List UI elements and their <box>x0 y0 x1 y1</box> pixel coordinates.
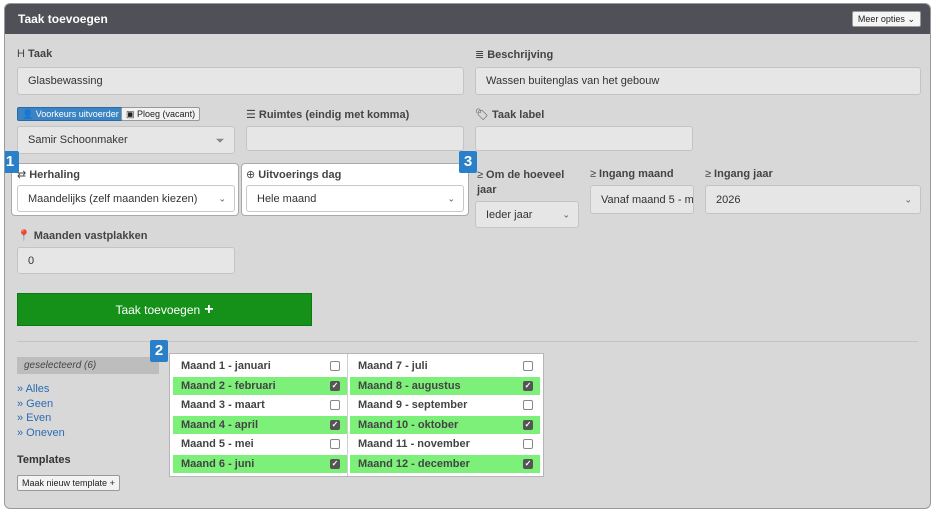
month-item[interactable]: Maand 3 - maart <box>173 396 347 414</box>
month-checkbox[interactable]: ✓ <box>330 458 340 469</box>
month-checkbox[interactable] <box>523 361 533 371</box>
month-label: Maand 6 - juni <box>181 457 255 470</box>
month-label: Maand 12 - december <box>358 457 470 470</box>
select-odd-link[interactable]: » Oneven <box>17 427 65 439</box>
voorkeur-uitvoerder-toggle[interactable]: 👤 Voorkeurs uitvoerder <box>17 107 124 121</box>
layers-icon: ☰ <box>246 109 256 121</box>
badge-3: 3 <box>459 151 477 173</box>
taak-input[interactable]: Glasbewassing <box>17 67 464 95</box>
uitvoerings-dag-label: ⊕ Uitvoerings dag <box>246 169 342 181</box>
ruimtes-input[interactable] <box>246 126 464 151</box>
month-checkbox[interactable] <box>523 400 533 410</box>
month-item[interactable]: Maand 6 - juni ✓ <box>173 454 347 473</box>
select-none-link[interactable]: » Geen <box>17 398 53 410</box>
month-checkbox[interactable]: ✓ <box>523 419 533 430</box>
month-checkbox[interactable] <box>523 439 533 449</box>
taak-label-label: 🏷 Taak label <box>475 109 545 121</box>
select-all-link[interactable]: » Alles <box>17 383 49 395</box>
taak-label-input[interactable] <box>475 126 693 151</box>
month-label: Maand 2 - februari <box>181 379 276 392</box>
more-options-button[interactable]: Meer opties ⌄ <box>851 11 921 27</box>
month-checkbox[interactable] <box>330 400 340 410</box>
pin-icon: 📍 <box>17 230 31 242</box>
greater-equal-icon: ≥ <box>477 169 484 181</box>
plus-icon: + <box>204 300 214 318</box>
month-label: Maand 4 - april <box>181 418 259 431</box>
crosshair-icon: ⊕ <box>246 169 256 181</box>
chevron-down-icon: ⌄ <box>904 194 912 204</box>
chevron-down-icon: ⌄ <box>907 14 915 24</box>
task-panel: Taak toevoegen Meer opties ⌄ H Taak Glasb… <box>4 3 931 509</box>
month-label: Maand 7 - juli <box>358 360 428 372</box>
month-item[interactable]: Maand 1 - januari <box>173 357 347 375</box>
month-checkbox[interactable]: ✓ <box>523 458 533 469</box>
plus-icon: + <box>109 478 115 488</box>
om-de-hoeveel-select[interactable]: Ieder jaar ⌄ <box>475 201 579 228</box>
month-item[interactable]: Maand 12 - december ✓ <box>350 454 540 473</box>
ingang-jaar-select[interactable]: 2026 ⌄ <box>705 185 921 214</box>
chevron-down-icon: ⌄ <box>447 193 455 203</box>
month-label: Maand 5 - mei <box>181 438 254 450</box>
month-label: Maand 10 - oktober <box>358 418 459 431</box>
badge-2: 2 <box>150 340 168 362</box>
chevron-down-icon: ⌄ <box>218 193 226 203</box>
maanden-vastplakken-label: 📍 Maanden vastplakken <box>17 230 148 242</box>
ingang-maand-label: ≥ Ingang maand <box>590 168 674 180</box>
repeat-icon: ⇄ <box>17 169 27 181</box>
heading-icon: H <box>17 48 25 60</box>
month-item[interactable]: Maand 8 - augustus ✓ <box>350 376 540 395</box>
month-item[interactable]: Maand 2 - februari ✓ <box>173 376 347 395</box>
ploeg-toggle[interactable]: ▣ Ploeg (vacant) <box>121 107 201 121</box>
month-checkbox[interactable] <box>330 361 340 371</box>
greater-equal-icon: ≥ <box>705 168 712 180</box>
month-item[interactable]: Maand 11 - november <box>350 435 540 453</box>
uitvoerder-select[interactable]: Samir Schoonmaker <box>17 126 235 154</box>
taak-toevoegen-button[interactable]: Taak toevoegen + <box>17 293 312 326</box>
user-icon: 👤 <box>22 109 34 119</box>
beschrijving-label: ≣ Beschrijving <box>475 49 554 61</box>
month-item[interactable]: Maand 7 - juli <box>350 357 540 375</box>
month-checkbox[interactable] <box>330 439 340 449</box>
ingang-jaar-label: ≥ Ingang jaar <box>705 168 773 180</box>
herhaling-label: ⇄ Herhaling <box>17 169 80 181</box>
month-item[interactable]: Maand 5 - mei <box>173 435 347 453</box>
month-item[interactable]: Maand 9 - september <box>350 396 540 414</box>
caret-down-icon <box>216 138 224 143</box>
months-grid: Maand 1 - januari Maand 2 - februari ✓ Maan… <box>169 353 544 477</box>
uitvoerings-dag-select[interactable]: Hele maand ⌄ <box>246 185 464 212</box>
selected-count: geselecteerd (6) <box>17 357 159 374</box>
month-checkbox[interactable]: ✓ <box>523 380 533 391</box>
month-label: Maand 1 - januari <box>181 360 271 372</box>
maanden-vastplakken-input[interactable]: 0 <box>17 247 235 274</box>
greater-equal-icon: ≥ <box>590 168 597 180</box>
align-icon: ≣ <box>475 49 485 61</box>
chevron-down-icon: ⌄ <box>562 209 570 219</box>
month-checkbox[interactable]: ✓ <box>330 419 340 430</box>
taak-label: H Taak <box>17 48 53 60</box>
month-item[interactable]: Maand 4 - april ✓ <box>173 415 347 434</box>
select-even-link[interactable]: » Even <box>17 412 51 424</box>
herhaling-select[interactable]: Maandelijks (zelf maanden kiezen) ⌄ <box>17 185 235 212</box>
panel-header: Taak toevoegen Meer opties ⌄ <box>5 4 930 34</box>
ruimtes-label: ☰ Ruimtes (eindig met komma) <box>246 109 410 121</box>
month-label: Maand 3 - maart <box>181 399 265 411</box>
beschrijving-input[interactable]: Wassen buitenglas van het gebouw <box>475 67 921 95</box>
month-label: Maand 11 - november <box>358 438 470 450</box>
month-label: Maand 9 - september <box>358 399 468 411</box>
month-checkbox[interactable]: ✓ <box>330 380 340 391</box>
panel-title: Taak toevoegen <box>18 12 108 26</box>
templates-label: Templates <box>17 454 71 466</box>
column-separator <box>347 354 348 476</box>
om-de-hoeveel-label: ≥ Om de hoeveel jaar <box>477 169 565 196</box>
tag-icon: 🏷 <box>475 109 489 121</box>
ingang-maand-select[interactable]: Vanaf maand 5 - m <box>590 185 694 214</box>
team-icon: ▣ <box>126 109 135 119</box>
month-label: Maand 8 - augustus <box>358 379 461 392</box>
month-item[interactable]: Maand 10 - oktober ✓ <box>350 415 540 434</box>
new-template-button[interactable]: Maak nieuw template + <box>17 475 120 491</box>
